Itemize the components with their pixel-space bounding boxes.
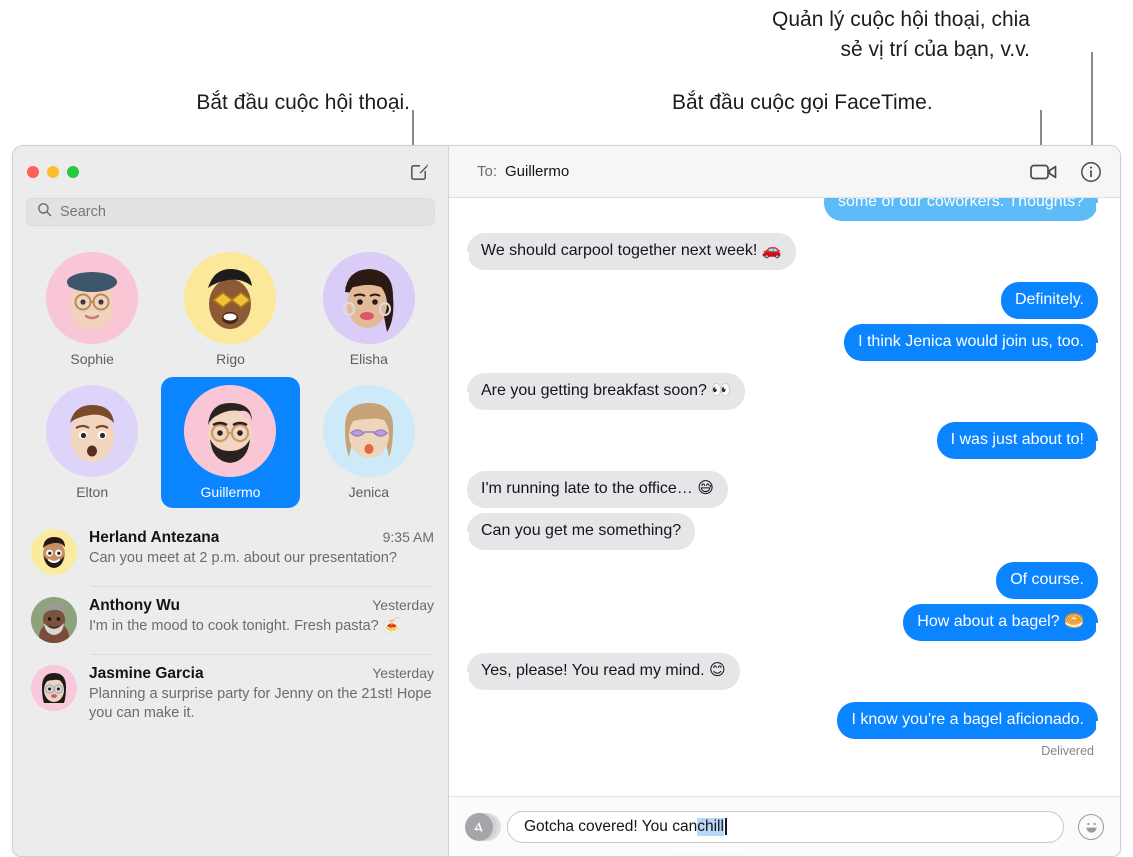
avatar-jasmine xyxy=(31,665,77,711)
conversation-pane: To: Guillermo some of our coworkers. Tho… xyxy=(449,146,1120,856)
minimize-button[interactable] xyxy=(47,166,59,178)
callout-facetime: Bắt đầu cuộc gọi FaceTime. xyxy=(672,91,933,114)
pinned-label: Elisha xyxy=(349,351,388,367)
message-row: Yes, please! You read my mind. 😊 xyxy=(460,653,1098,690)
message-bubble-sent[interactable]: I was just about to! xyxy=(936,422,1106,459)
pinned-label: Elton xyxy=(76,484,109,500)
message-row: Definitely. xyxy=(467,282,1098,319)
conversation-body: Anthony Wu Yesterday I'm in the mood to … xyxy=(89,597,434,643)
avatar-jenica xyxy=(322,385,415,477)
sidebar-titlebar xyxy=(13,146,448,198)
message-row: We should carpool together next week! 🚗 xyxy=(460,233,1098,270)
to-label: To: xyxy=(477,163,498,180)
text-caret xyxy=(724,818,727,835)
input-text-prefix: Gotcha covered! You can xyxy=(524,817,698,835)
search-input[interactable] xyxy=(60,204,424,220)
pinned-item-elton[interactable]: Elton xyxy=(23,377,161,508)
conversation-time: Yesterday xyxy=(372,665,434,681)
pinned-conversations-grid: Sophie Rigo Elisha Elton Guillermo Jenic… xyxy=(13,238,448,518)
message-row: some of our coworkers. Thoughts? xyxy=(467,198,1106,221)
conversation-row-herland[interactable]: Herland Antezana 9:35 AM Can you meet at… xyxy=(13,518,448,586)
pinned-label: Guillermo xyxy=(200,484,261,500)
message-bubble-sent[interactable]: How about a bagel? 🥯 xyxy=(903,604,1105,641)
conversation-header-bar: To: Guillermo xyxy=(449,146,1120,198)
pinned-label: Sophie xyxy=(70,351,114,367)
search-icon xyxy=(37,202,52,222)
close-button[interactable] xyxy=(27,166,39,178)
avatar-rigo xyxy=(184,252,277,344)
message-input[interactable]: Gotcha covered! You can chill xyxy=(507,810,1064,843)
message-bubble-sent[interactable]: Of course. xyxy=(996,562,1098,599)
message-row: I'm running late to the office… 😅 xyxy=(467,471,1098,508)
conversation-name: Herland Antezana xyxy=(89,529,220,546)
message-bubble-sent[interactable]: I think Jenica would join us, too. xyxy=(844,324,1105,361)
conversation-body: Herland Antezana 9:35 AM Can you meet at… xyxy=(89,529,434,575)
message-composer: Gotcha covered! You can chill chillax xyxy=(449,796,1120,856)
callout-start-conversation: Bắt đầu cuộc hội thoại. xyxy=(196,91,410,114)
message-bubble-sent[interactable]: I know you're a bagel aficionado. xyxy=(837,702,1105,739)
window-controls xyxy=(27,166,79,178)
delivery-status: Delivered xyxy=(1041,744,1094,758)
conversation-header: Anthony Wu Yesterday xyxy=(89,597,434,615)
conversation-time: 9:35 AM xyxy=(382,529,434,545)
header-actions xyxy=(1030,161,1102,183)
pinned-item-elisha[interactable]: Elisha xyxy=(300,244,438,375)
pinned-label: Rigo xyxy=(216,351,245,367)
message-thread[interactable]: some of our coworkers. Thoughts? We shou… xyxy=(449,198,1120,796)
conversation-row-jasmine[interactable]: Jasmine Garcia Yesterday Planning a surp… xyxy=(13,654,448,734)
message-bubble-received[interactable]: I'm running late to the office… 😅 xyxy=(467,471,728,508)
callout-manage-conversation: Quản lý cuộc hội thoại, chia sẻ vị trí c… xyxy=(772,8,1030,61)
pinned-item-rigo[interactable]: Rigo xyxy=(161,244,299,375)
message-row: I think Jenica would join us, too. xyxy=(467,324,1105,361)
conversation-header: Herland Antezana 9:35 AM xyxy=(89,529,434,547)
avatar-herland xyxy=(31,529,77,575)
messages-window: Sophie Rigo xyxy=(12,145,1121,857)
input-text-selected: chill xyxy=(697,817,724,836)
conversation-preview: I'm in the mood to cook tonight. Fresh p… xyxy=(89,618,401,634)
avatar-guillermo xyxy=(184,385,277,477)
message-bubble-received[interactable]: Can you get me something? xyxy=(459,513,696,550)
avatar-sophie xyxy=(46,252,139,344)
message-bubble-received[interactable]: Yes, please! You read my mind. 😊 xyxy=(460,653,740,690)
compose-message-icon[interactable] xyxy=(406,159,432,185)
video-camera-icon[interactable] xyxy=(1030,162,1058,182)
avatar-elton xyxy=(46,385,139,477)
message-row: Of course. xyxy=(467,562,1098,599)
screenshot-root: Bắt đầu cuộc hội thoại. Quản lý cuộc hội… xyxy=(0,0,1133,857)
conversation-header: Jasmine Garcia Yesterday xyxy=(89,665,434,683)
info-circle-icon[interactable] xyxy=(1080,161,1102,183)
conversation-preview: Planning a surprise party for Jenny on t… xyxy=(89,686,432,721)
conversation-preview: Can you meet at 2 p.m. about our present… xyxy=(89,550,397,566)
message-bubble-sent[interactable]: Definitely. xyxy=(1000,282,1098,319)
conversation-body: Jasmine Garcia Yesterday Planning a surp… xyxy=(89,665,434,723)
conversation-name: Anthony Wu xyxy=(89,597,180,614)
app-store-glyph xyxy=(465,812,493,841)
sidebar: Sophie Rigo xyxy=(13,146,449,856)
conversation-time: Yesterday xyxy=(372,597,434,613)
search-container xyxy=(13,198,448,238)
search-field[interactable] xyxy=(26,198,435,226)
smiley-face-icon[interactable] xyxy=(1078,813,1104,840)
message-row: Are you getting breakfast soon? 👀 xyxy=(459,373,1098,410)
recipient-name[interactable]: Guillermo xyxy=(505,163,569,180)
avatar-elisha xyxy=(322,252,415,344)
message-row: How about a bagel? 🥯 xyxy=(467,604,1105,641)
pinned-item-guillermo[interactable]: Guillermo xyxy=(161,377,300,508)
conversation-row-anthony[interactable]: Anthony Wu Yesterday I'm in the mood to … xyxy=(13,586,448,654)
pinned-item-jenica[interactable]: Jenica xyxy=(300,377,438,508)
zoom-button[interactable] xyxy=(67,166,79,178)
message-bubble-received[interactable]: We should carpool together next week! 🚗 xyxy=(460,233,796,270)
message-row: I was just about to! xyxy=(467,422,1106,459)
message-row: I know you're a bagel aficionado. xyxy=(467,702,1105,739)
message-bubble-sent[interactable]: some of our coworkers. Thoughts? xyxy=(823,198,1106,221)
conversation-name: Jasmine Garcia xyxy=(89,665,204,682)
avatar-anthony xyxy=(31,597,77,643)
pinned-label: Jenica xyxy=(348,484,390,500)
pinned-item-sophie[interactable]: Sophie xyxy=(23,244,161,375)
message-bubble-received[interactable]: Are you getting breakfast soon? 👀 xyxy=(459,373,746,410)
message-row: Can you get me something? xyxy=(459,513,1098,550)
app-store-icon[interactable] xyxy=(465,812,501,841)
conversation-list: Herland Antezana 9:35 AM Can you meet at… xyxy=(13,518,448,856)
